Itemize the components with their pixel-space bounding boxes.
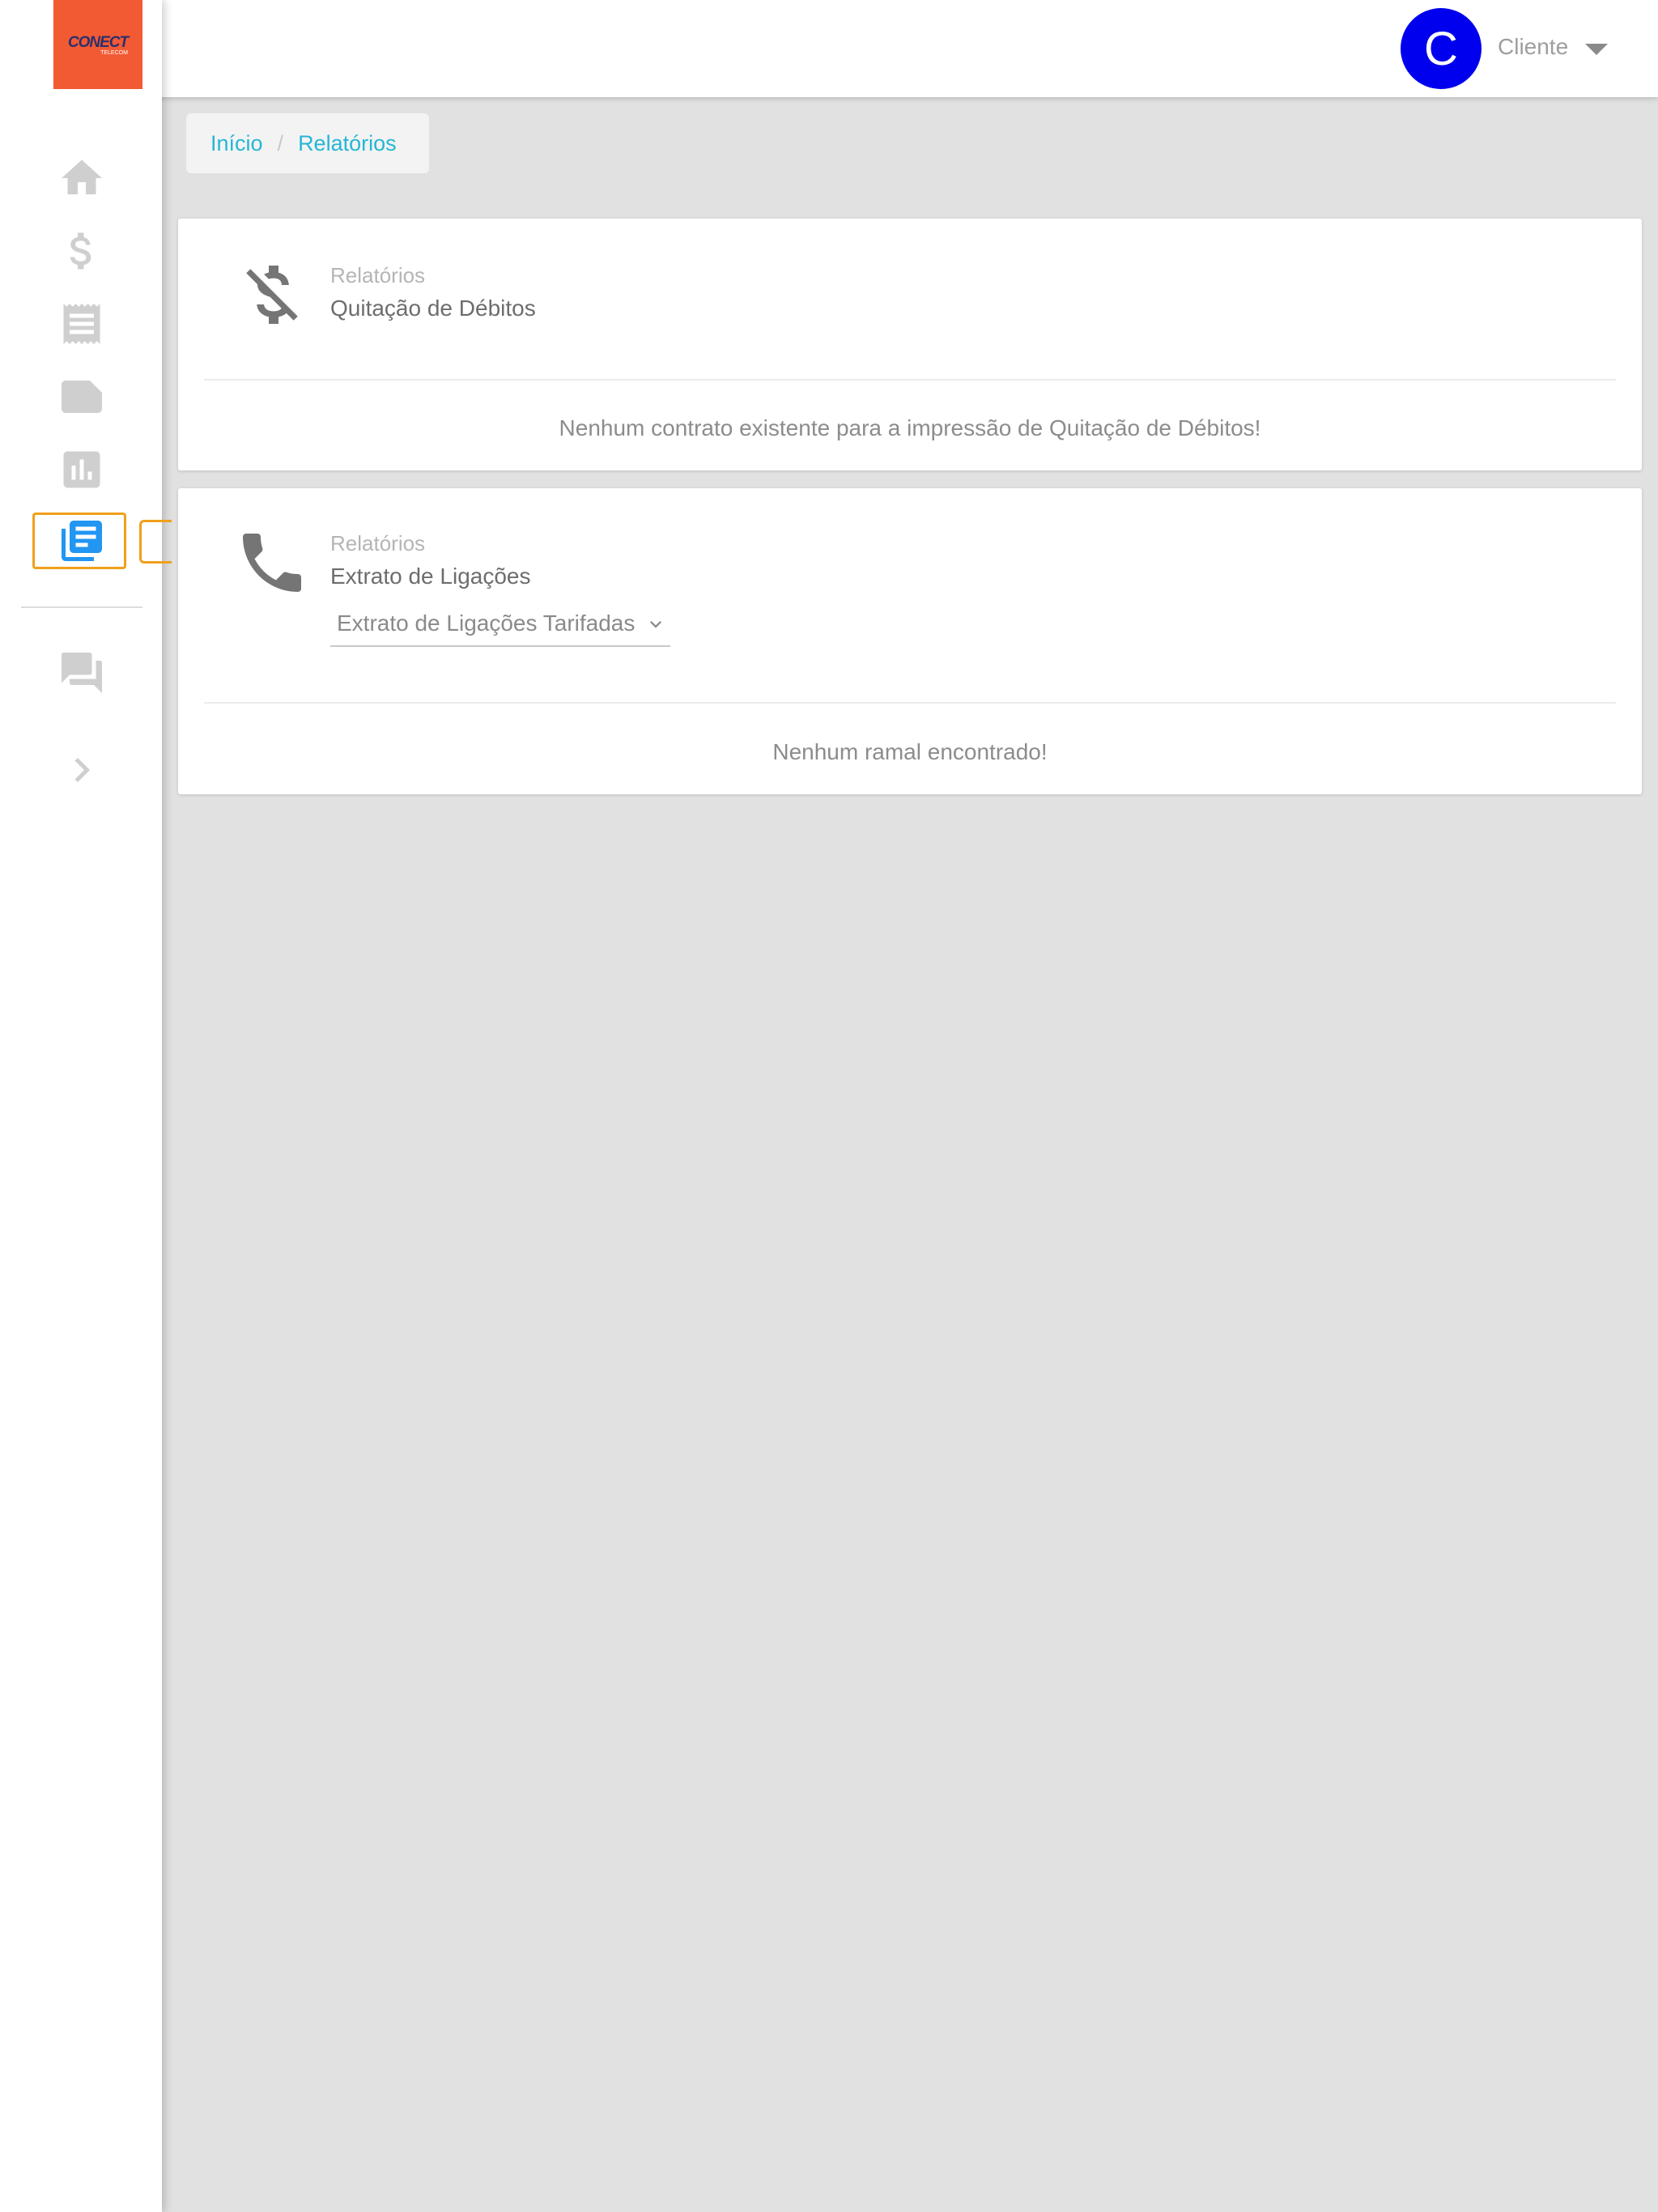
user-avatar[interactable]: C bbox=[1401, 8, 1482, 89]
sidebar-expand[interactable] bbox=[55, 743, 108, 797]
sidebar-item-invoices[interactable] bbox=[55, 297, 108, 351]
empty-state-message: Nenhum ramal encontrado! bbox=[772, 739, 1048, 764]
breadcrumb-reports[interactable]: Relatórios bbox=[298, 131, 397, 156]
report-type-selected: Extrato de Ligações Tarifadas bbox=[337, 610, 636, 636]
logo-text: CONECT bbox=[67, 33, 129, 51]
money-off-icon bbox=[246, 266, 298, 324]
card-subtitle: Relatórios bbox=[330, 531, 426, 555]
sidebar-item-home[interactable] bbox=[55, 151, 108, 205]
report-card-debt-settlement: Relatórios Quitação de Débitos Nenhum co… bbox=[178, 219, 1642, 470]
chevron-down-icon bbox=[650, 621, 661, 628]
reports-icon bbox=[62, 521, 102, 561]
breadcrumb: Início / Relatórios bbox=[186, 113, 429, 173]
card-subtitle: Relatórios bbox=[330, 263, 426, 287]
forum-icon bbox=[62, 653, 102, 693]
phone-icon bbox=[243, 534, 301, 592]
report-card-call-statement: Relatórios Extrato de Ligações Extrato d… bbox=[178, 488, 1642, 794]
bar-chart-icon bbox=[63, 451, 100, 488]
card-divider bbox=[204, 702, 1616, 704]
chevron-right-icon bbox=[74, 758, 90, 782]
sidebar-item-notes[interactable] bbox=[55, 370, 108, 423]
card-divider bbox=[204, 379, 1616, 381]
user-name[interactable]: Cliente bbox=[1498, 34, 1568, 60]
sidebar-item-financial[interactable] bbox=[55, 224, 108, 278]
sidebar-item-reports[interactable] bbox=[55, 514, 108, 568]
sidebar-divider bbox=[21, 606, 142, 608]
breadcrumb-home[interactable]: Início bbox=[210, 131, 263, 156]
breadcrumb-separator: / bbox=[277, 130, 284, 155]
receipt-icon bbox=[63, 304, 100, 344]
logo-subtext: TELECOM bbox=[100, 49, 128, 56]
report-type-select[interactable]: Extrato de Ligações Tarifadas bbox=[330, 602, 670, 647]
dollar-icon bbox=[70, 232, 91, 270]
brand-logo[interactable]: CONECT TELECOM bbox=[53, 0, 142, 89]
caret-down-icon[interactable] bbox=[1585, 44, 1608, 55]
home-icon bbox=[62, 160, 102, 194]
card-icon-wrapper bbox=[233, 524, 311, 606]
note-icon bbox=[62, 381, 102, 413]
card-icon-wrapper bbox=[233, 256, 311, 338]
card-title: Quitação de Débitos bbox=[330, 296, 536, 321]
sidebar-item-charts[interactable] bbox=[55, 443, 108, 496]
submenu-tab[interactable] bbox=[139, 520, 172, 564]
card-title: Extrato de Ligações bbox=[330, 564, 531, 589]
sidebar-item-support[interactable] bbox=[55, 646, 108, 700]
sidebar: CONECT TELECOM bbox=[0, 0, 172, 2212]
empty-state-message: Nenhum contrato existente para a impress… bbox=[559, 415, 1261, 440]
